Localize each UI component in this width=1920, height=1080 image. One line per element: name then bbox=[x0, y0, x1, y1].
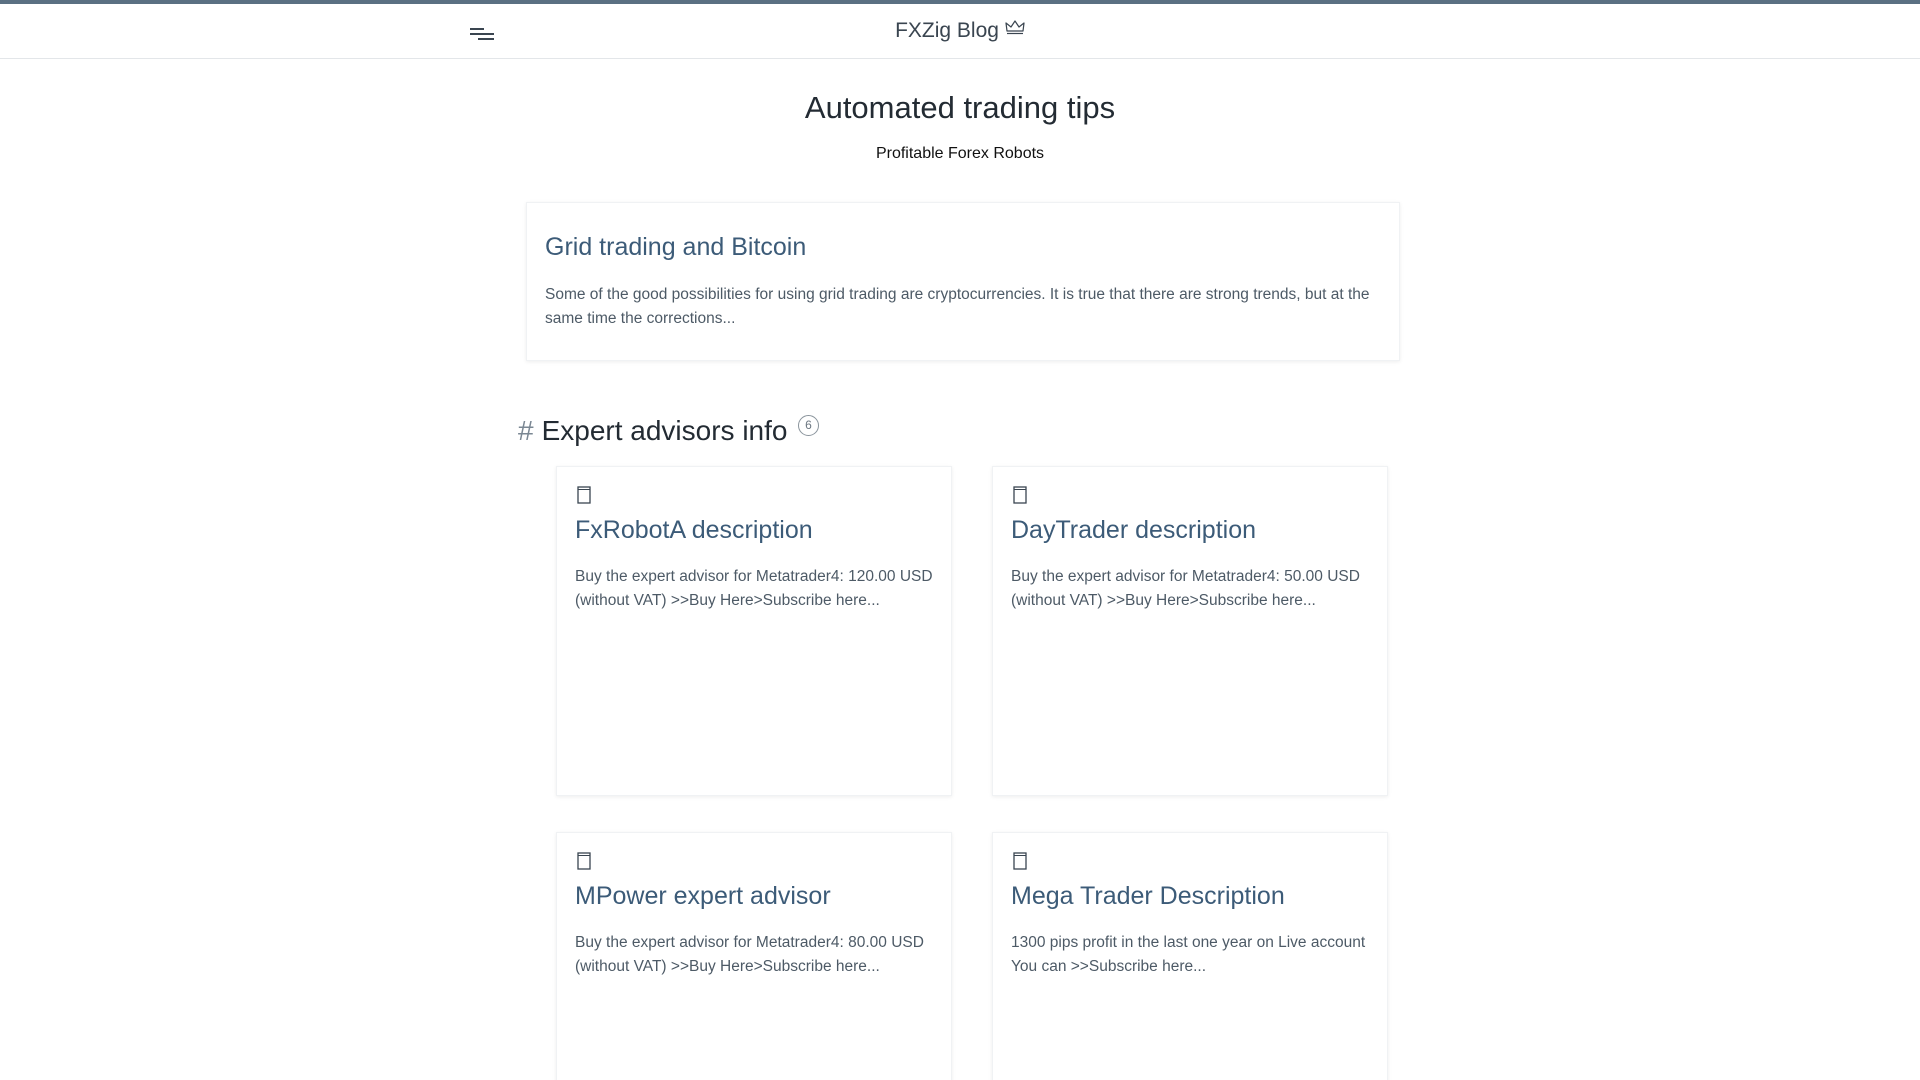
page-title: Automated trading tips bbox=[804, 90, 1116, 125]
section-heading[interactable]: # Expert advisors info bbox=[518, 415, 787, 447]
document-icon bbox=[1011, 851, 1029, 871]
section-title: Expert advisors info bbox=[541, 415, 788, 446]
document-icon bbox=[575, 851, 593, 871]
post-card-title[interactable]: Mega Trader Description bbox=[1011, 882, 1285, 911]
post-card[interactable]: DayTrader description Buy the expert adv… bbox=[992, 466, 1388, 796]
document-icon bbox=[575, 485, 593, 505]
hash-icon: # bbox=[518, 415, 534, 446]
site-brand-label: FXZig Blog bbox=[895, 19, 999, 42]
site-brand[interactable]: FXZig Blog bbox=[0, 19, 1920, 43]
post-card-title[interactable]: MPower expert advisor bbox=[575, 882, 831, 911]
post-count-badge: 6 bbox=[798, 415, 819, 436]
page: FXZig Blog Automated trading tips Profit… bbox=[0, 0, 1920, 1080]
featured-post-title[interactable]: Grid trading and Bitcoin bbox=[545, 233, 806, 262]
featured-post-card[interactable]: Grid trading and Bitcoin Some of the goo… bbox=[526, 202, 1400, 361]
document-icon bbox=[1011, 485, 1029, 505]
top-navbar: FXZig Blog bbox=[0, 0, 1920, 59]
crown-icon bbox=[1005, 17, 1025, 41]
post-card-excerpt: Buy the expert advisor for Metatrader4: … bbox=[575, 934, 924, 975]
post-card-title[interactable]: FxRobotA description bbox=[575, 516, 813, 545]
page-subtitle: Profitable Forex Robots bbox=[875, 145, 1045, 162]
featured-post-excerpt: Some of the good possibilities for using… bbox=[545, 286, 1370, 327]
post-card-excerpt: 1300 pips profit in the last one year on… bbox=[1011, 934, 1366, 975]
post-card-title[interactable]: DayTrader description bbox=[1011, 516, 1256, 545]
post-card[interactable]: MPower expert advisor Buy the expert adv… bbox=[556, 832, 952, 1080]
post-card-excerpt: Buy the expert advisor for Metatrader4: … bbox=[575, 568, 933, 609]
post-card[interactable]: FxRobotA description Buy the expert advi… bbox=[556, 466, 952, 796]
post-card[interactable]: Mega Trader Description 1300 pips profit… bbox=[992, 832, 1388, 1080]
post-card-excerpt: Buy the expert advisor for Metatrader4: … bbox=[1011, 568, 1360, 609]
